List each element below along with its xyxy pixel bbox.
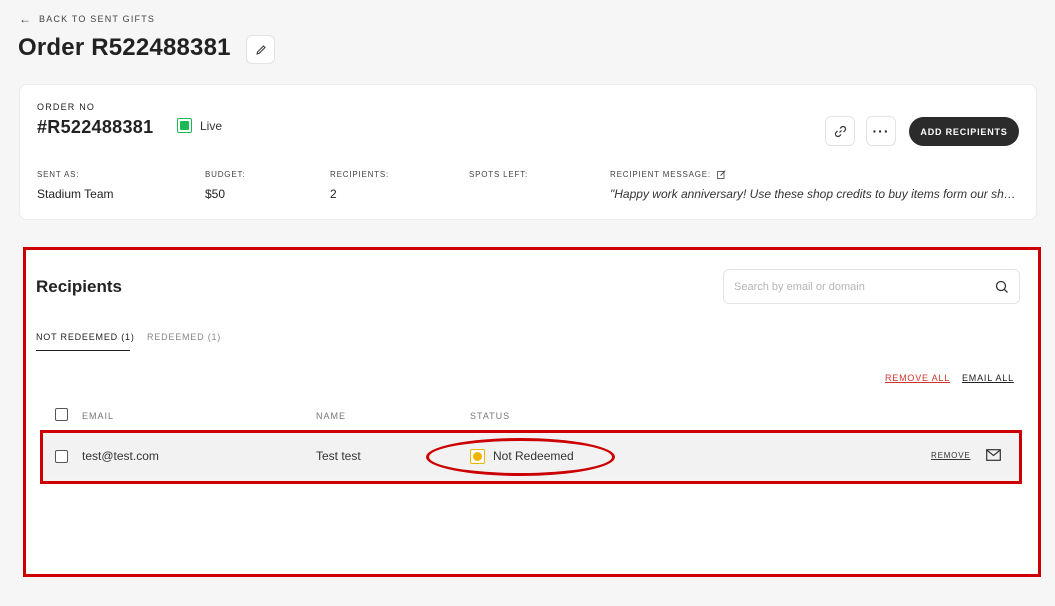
active-tab-indicator <box>36 350 130 351</box>
order-no-label: ORDER NO <box>37 102 96 112</box>
recipient-search[interactable] <box>723 269 1020 304</box>
select-all-checkbox[interactable] <box>55 408 68 421</box>
row-name: Test test <box>316 449 361 463</box>
tab-redeemed[interactable]: REDEEMED (1) <box>147 332 221 342</box>
recipient-message-header: RECIPIENT MESSAGE: <box>610 170 726 179</box>
ellipsis-icon: ··· <box>872 123 890 139</box>
order-number: #R522488381 <box>37 117 154 137</box>
status-highlight-ellipse <box>426 438 615 476</box>
row-email: test@test.com <box>82 449 159 463</box>
spots-left-label: SPOTS LEFT: <box>469 170 529 179</box>
recipient-message-label: RECIPIENT MESSAGE: <box>610 170 711 179</box>
live-status-icon <box>177 118 192 133</box>
copy-link-button[interactable] <box>825 116 855 146</box>
pencil-icon <box>255 44 266 55</box>
column-header-name: NAME <box>316 411 347 421</box>
tab-not-redeemed[interactable]: NOT REDEEMED (1) <box>36 332 135 342</box>
row-checkbox[interactable] <box>55 450 68 463</box>
edit-title-button[interactable] <box>246 35 275 64</box>
page-title: Order R522488381 <box>18 34 231 61</box>
remove-all-link[interactable]: REMOVE ALL <box>885 373 950 383</box>
budget-label: BUDGET: <box>205 170 246 179</box>
link-icon <box>834 125 846 137</box>
recipients-count-label: RECIPIENTS: <box>330 170 390 179</box>
sent-as-value: Stadium Team <box>37 187 114 201</box>
recipients-title: Recipients <box>36 277 122 296</box>
email-all-link[interactable]: EMAIL ALL <box>962 373 1014 383</box>
back-link-label: BACK TO SENT GIFTS <box>39 14 156 24</box>
row-remove-link[interactable]: REMOVE <box>931 451 970 460</box>
budget-value: $50 <box>205 187 226 201</box>
envelope-icon[interactable] <box>986 448 1001 466</box>
order-status: Live <box>200 119 223 133</box>
sent-as-label: SENT AS: <box>37 170 80 179</box>
column-header-email: EMAIL <box>82 411 115 421</box>
search-input[interactable] <box>734 280 974 293</box>
search-icon[interactable] <box>995 280 1009 294</box>
add-recipients-button[interactable]: ADD RECIPIENTS <box>909 117 1019 146</box>
more-options-button[interactable]: ··· <box>866 116 896 146</box>
recipients-count-value: 2 <box>330 187 337 201</box>
back-to-sent-gifts-link[interactable]: ← BACK TO SENT GIFTS <box>19 13 155 25</box>
edit-message-icon[interactable] <box>717 170 726 179</box>
column-header-status: STATUS <box>470 411 511 421</box>
recipient-message-value: "Happy work anniversary! Use these shop … <box>610 187 1022 201</box>
arrow-left-icon: ← <box>19 12 31 26</box>
